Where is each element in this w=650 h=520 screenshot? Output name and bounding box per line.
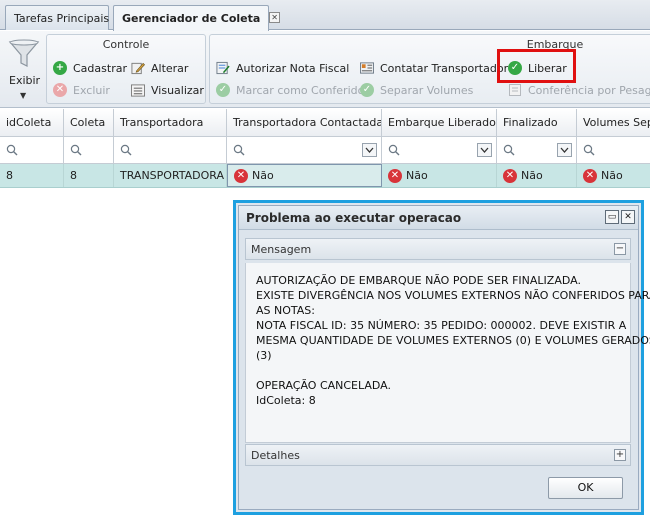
chevron-down-icon[interactable]: [557, 143, 572, 157]
table-row[interactable]: 8 8 TRANSPORTADORA ✕ Não ✕ Não ✕ Não ✕ Não: [0, 164, 650, 188]
dialog-window: Problema ao executar operacao ▭ ✕ Mensag…: [238, 205, 650, 510]
dialog-window-controls: ▭ ✕: [605, 210, 635, 224]
cadastrar-button[interactable]: + Cadastrar: [53, 59, 127, 77]
column-header-finalizado[interactable]: Finalizado: [497, 109, 577, 136]
edit-icon: [131, 61, 145, 75]
cell-finalizado: ✕ Não: [497, 164, 577, 187]
grid-header: idColeta Coleta Transportadora Transport…: [0, 109, 650, 137]
ok-button[interactable]: OK: [548, 477, 623, 499]
x-circle-icon: ✕: [583, 168, 597, 183]
mensagem-panel-header[interactable]: Mensagem −: [245, 238, 631, 260]
excluir-button[interactable]: ✕ Excluir: [53, 81, 110, 99]
x-circle-icon: ✕: [503, 168, 517, 183]
filter-transportadora[interactable]: [114, 137, 227, 163]
alterar-button[interactable]: Alterar: [131, 59, 188, 77]
exibir-label: Exibir: [9, 74, 41, 87]
chevron-down-icon[interactable]: [362, 143, 377, 157]
tab-label: Tarefas Principais: [14, 12, 110, 25]
grid-filter-row: [0, 137, 650, 164]
contact-list-icon: [360, 61, 374, 75]
embarque-group: Embarque Autorizar Nota Fiscal Contatar …: [209, 34, 650, 104]
close-icon[interactable]: ✕: [621, 210, 635, 224]
conferencia-label: Conferência por Pesagem: [528, 83, 650, 97]
autorizar-nota-fiscal-button[interactable]: Autorizar Nota Fiscal: [216, 59, 349, 77]
visualizar-button[interactable]: Visualizar: [131, 81, 204, 99]
contatar-label: Contatar Transportadora: [380, 61, 515, 75]
message-text: AUTORIZAÇÃO DE EMBARQUE NÃO PODE SER FIN…: [245, 263, 650, 443]
filter-volumes-separados[interactable]: [577, 137, 650, 163]
conferencia-por-pesagem-button[interactable]: Conferência por Pesagem: [508, 81, 650, 99]
controle-group: Controle + Cadastrar Alterar ✕ Excluir V…: [46, 34, 206, 104]
cadastrar-label: Cadastrar: [73, 61, 127, 75]
tab-bar: Tarefas Principais Gerenciador de Coleta…: [0, 0, 650, 31]
contatar-transportadora-button[interactable]: Contatar Transportadora: [360, 59, 515, 77]
exibir-button[interactable]: Exibir ▼: [4, 35, 44, 103]
check-circle-icon: ✓: [360, 83, 374, 97]
search-icon: [583, 144, 595, 156]
column-header-coleta[interactable]: Coleta: [64, 109, 114, 136]
excluir-label: Excluir: [73, 83, 110, 97]
tab-label: Gerenciador de Coleta: [122, 12, 261, 25]
collapse-icon[interactable]: −: [614, 243, 626, 255]
funnel-icon: [8, 39, 40, 67]
separar-volumes-button[interactable]: ✓ Separar Volumes: [360, 81, 473, 99]
filter-finalizado[interactable]: [497, 137, 577, 163]
add-icon: +: [53, 61, 67, 75]
search-icon: [388, 144, 400, 156]
filter-coleta[interactable]: [64, 137, 114, 163]
cell-transportadora: TRANSPORTADORA: [114, 164, 227, 187]
column-header-transportadora[interactable]: Transportadora: [114, 109, 227, 136]
filter-transportadora-contactada[interactable]: [227, 137, 382, 163]
error-dialog: Problema ao executar operacao ▭ ✕ Mensag…: [233, 200, 650, 515]
cell-embarque-liberado: ✕ Não: [382, 164, 497, 187]
dialog-title: Problema ao executar operacao ▭ ✕: [239, 206, 638, 230]
separar-label: Separar Volumes: [380, 83, 474, 97]
search-icon: [6, 144, 18, 156]
cell-volumes-separados: ✕ Não: [577, 164, 650, 187]
liberar-highlight-box: [497, 49, 576, 83]
marcar-label: Marcar como Conferido: [236, 83, 365, 97]
cell-idcoleta: 8: [0, 164, 64, 187]
search-icon: [70, 144, 82, 156]
filter-embarque-liberado[interactable]: [382, 137, 497, 163]
view-list-icon: [131, 83, 145, 97]
x-circle-icon: ✕: [388, 168, 402, 183]
cell-coleta: 8: [64, 164, 114, 187]
visualizar-label: Visualizar: [151, 83, 204, 97]
alterar-label: Alterar: [151, 61, 189, 75]
chevron-down-icon: ▼: [20, 91, 27, 100]
close-icon[interactable]: ✕: [269, 12, 281, 23]
expand-icon[interactable]: +: [614, 449, 626, 461]
x-circle-icon: ✕: [234, 168, 248, 183]
search-icon: [120, 144, 132, 156]
marcar-como-conferido-button[interactable]: ✓ Marcar como Conferido: [216, 81, 364, 99]
tab-gerenciador-de-coleta[interactable]: Gerenciador de Coleta ✕: [113, 5, 281, 31]
check-circle-icon: ✓: [216, 83, 230, 97]
delete-icon: ✕: [53, 83, 67, 97]
column-header-idcoleta[interactable]: idColeta: [0, 109, 64, 136]
column-header-embarque-liberado[interactable]: Embarque Liberado: [382, 109, 497, 136]
maximize-icon[interactable]: ▭: [605, 210, 619, 224]
invoice-icon: [216, 61, 230, 75]
column-header-volumes-separados[interactable]: Volumes Separados: [577, 109, 650, 136]
column-header-transportadora-contactada[interactable]: Transportadora Contactada: [227, 109, 382, 136]
search-icon: [503, 144, 515, 156]
scale-icon: [508, 83, 522, 97]
detalhes-panel-header[interactable]: Detalhes +: [245, 444, 631, 466]
tab-tarefas-principais[interactable]: Tarefas Principais: [5, 5, 109, 30]
cell-transportadora-contactada[interactable]: ✕ Não: [227, 164, 382, 187]
autorizar-label: Autorizar Nota Fiscal: [236, 61, 350, 75]
chevron-down-icon[interactable]: [477, 143, 492, 157]
controle-title: Controle: [102, 38, 150, 51]
filter-idcoleta[interactable]: [0, 137, 64, 163]
search-icon: [233, 144, 245, 156]
